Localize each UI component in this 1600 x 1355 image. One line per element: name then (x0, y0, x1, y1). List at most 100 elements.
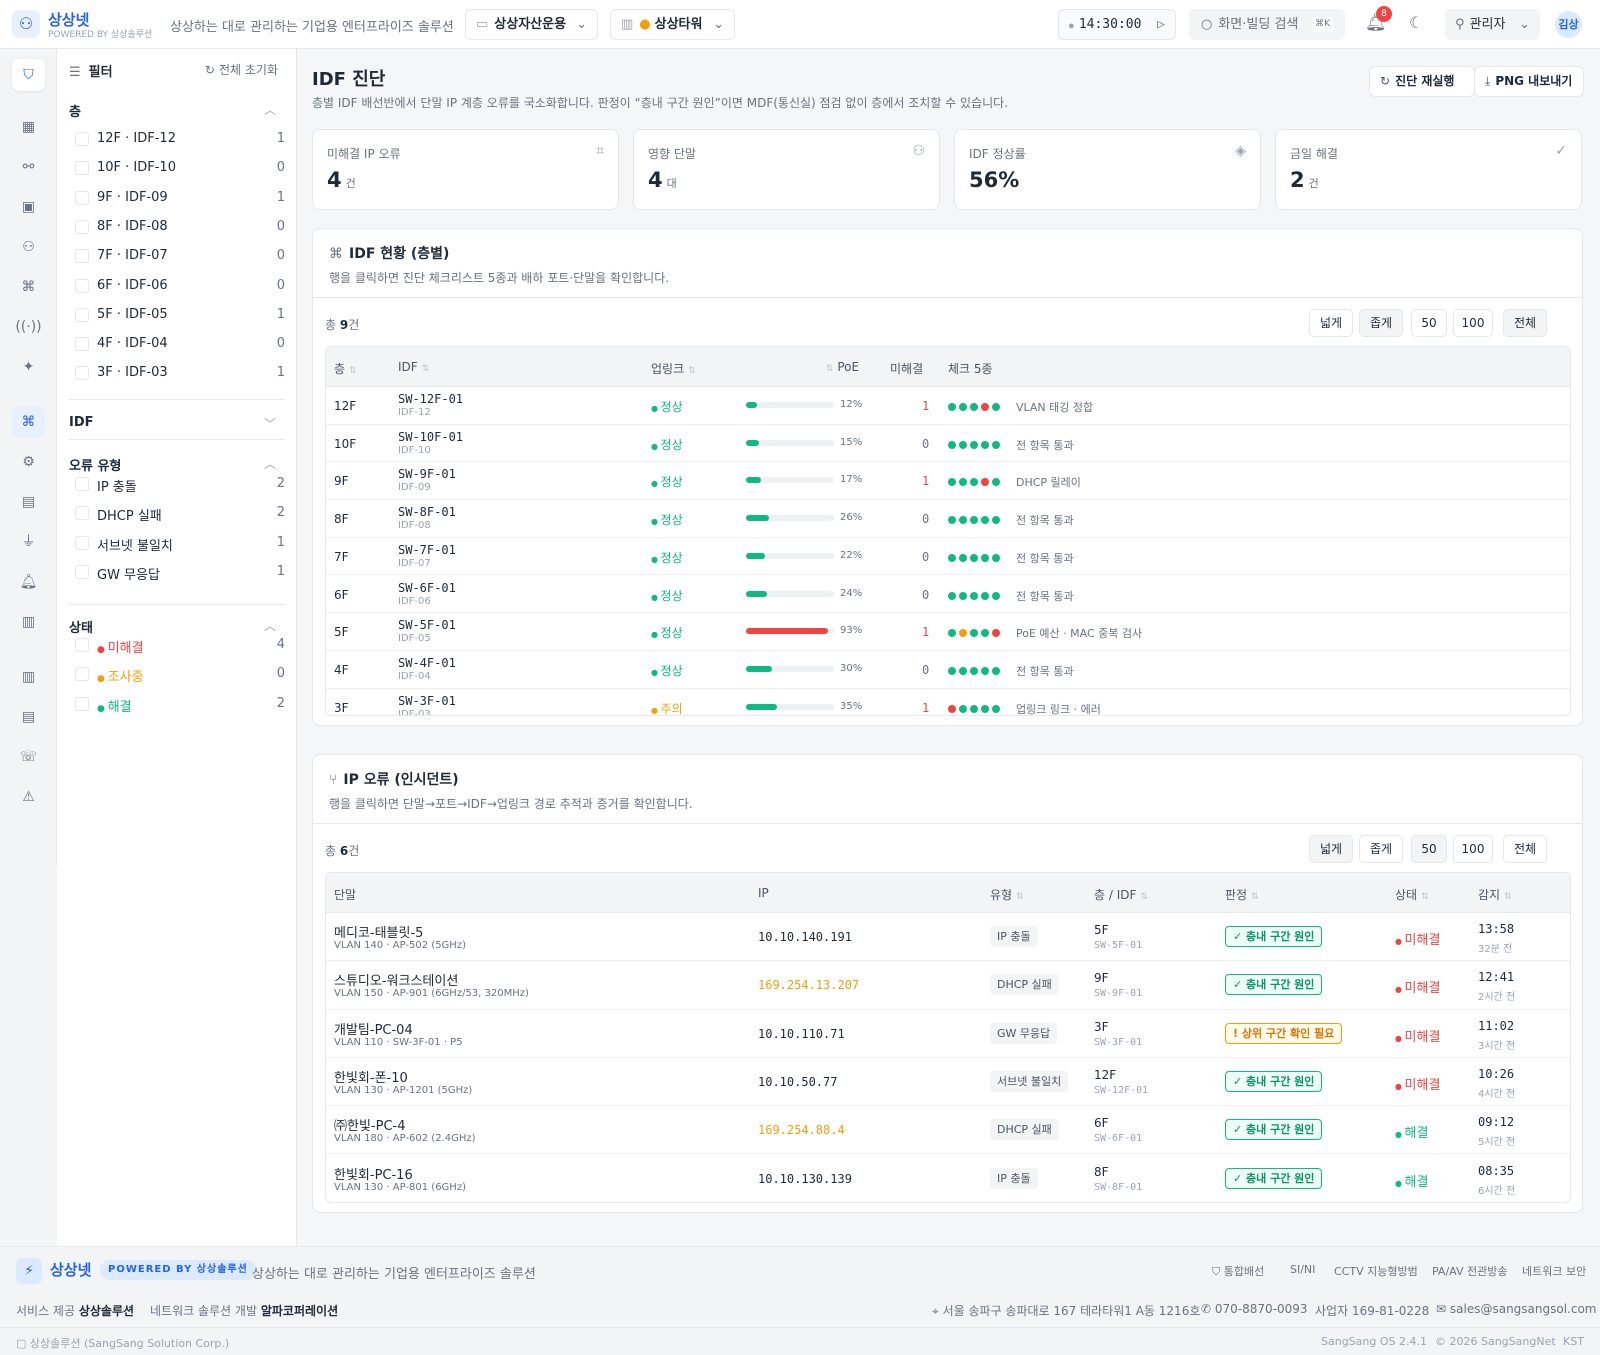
status-section-title[interactable]: 상태 (69, 617, 93, 636)
checkbox[interactable] (75, 696, 89, 711)
checkbox[interactable] (75, 564, 89, 579)
filter-option[interactable]: 6F · IDF-06 0 (75, 276, 285, 298)
table-row[interactable]: 9F SW-9F-01 IDF-09 ● 정상 17% 1 DHCP 릴레이 (326, 462, 1570, 501)
footer-phone[interactable]: ✆ 070-8870-0093 (1201, 1302, 1308, 1316)
chip-icon[interactable]: ▣ (12, 191, 45, 223)
table-row[interactable]: 4F SW-4F-01 IDF-04 ● 정상 30% 0 전 항목 통과 (326, 651, 1570, 689)
checkbox[interactable] (75, 249, 89, 264)
wireless-icon[interactable]: ((·)) (12, 311, 45, 343)
col-uplink[interactable]: 업링크 ⇅ (651, 360, 696, 377)
chat-icon[interactable]: ☏ (12, 741, 45, 773)
document-icon[interactable]: ▤ (12, 486, 45, 518)
col-floor[interactable]: 층 ⇅ (334, 360, 357, 377)
col-verdict[interactable]: 판정 ⇅ (1225, 886, 1259, 903)
footer-link[interactable]: ⛉ 통합배선 (1212, 1263, 1264, 1279)
table-row[interactable]: 6F SW-6F-01 IDF-06 ● 정상 24% 0 전 항목 통과 (326, 576, 1570, 614)
user-menu[interactable]: ⚲ 관리자 ⌄ (1445, 9, 1540, 40)
footer-email[interactable]: ✉ sales@sangsangsol.com (1436, 1302, 1597, 1316)
table-row[interactable]: 메디코-태블릿-5 VLAN 140 · AP-502 (5GHz) 10.10.1… (326, 913, 1570, 962)
checkbox[interactable] (75, 638, 89, 652)
gear-icon[interactable]: ⚙ (12, 446, 45, 478)
toolbar-button[interactable]: 전체 (1503, 309, 1547, 337)
toolbar-button[interactable]: 100 (1453, 835, 1493, 863)
plug-icon[interactable]: ⏚ (12, 526, 45, 558)
filter-option[interactable]: IP 충돌 2 (75, 474, 285, 496)
col-poe[interactable]: ⇅ PoE (822, 360, 859, 374)
search-input[interactable]: ○ 화면·빌딩 검색 ⌘K (1189, 9, 1345, 40)
checkbox[interactable] (75, 278, 89, 293)
col-ip[interactable]: IP (758, 886, 769, 900)
checkbox[interactable] (75, 366, 89, 381)
checkbox[interactable] (75, 132, 89, 146)
table-row[interactable]: 한빛회-PC-16 VLAN 130 · AP-801 (6GHz) 10.10.1… (326, 1155, 1570, 1202)
checkbox[interactable] (75, 506, 89, 521)
filter-option[interactable]: 8F · IDF-08 0 (75, 217, 285, 239)
floor-section-title[interactable]: 층 (69, 101, 81, 120)
clipboard-icon[interactable]: ▥ (12, 606, 45, 638)
filter-option[interactable]: 4F · IDF-04 0 (75, 334, 285, 356)
checkbox[interactable] (75, 667, 89, 682)
col-idf[interactable]: IDF ⇅ (398, 360, 429, 374)
chevron-up-icon[interactable]: ︿ (264, 101, 276, 118)
filter-option[interactable]: 서브넷 불일치 1 (75, 533, 285, 555)
checkbox[interactable] (75, 307, 89, 322)
menu-select[interactable]: ▭ 상상자산운용 ⌄ (465, 9, 598, 40)
table-row[interactable]: 8F SW-8F-01 IDF-08 ● 정상 26% 0 전 항목 통과 (326, 500, 1570, 538)
col-status[interactable]: 상태 ⇅ (1395, 886, 1429, 903)
table-row[interactable]: 한빛회-폰-10 VLAN 130 · AP-1201 (5GHz) 10.10.5… (326, 1058, 1570, 1107)
filter-option[interactable]: 3F · IDF-03 1 (75, 363, 285, 385)
filter-option[interactable]: 12F · IDF-12 1 (75, 129, 285, 151)
filter-option[interactable]: ● 해결 2 (75, 694, 285, 716)
table-row[interactable]: 스튜디오-워크스테이션 VLAN 150 · AP-901 (6GHz/53, 3… (326, 961, 1570, 1010)
toolbar-button[interactable]: 넓게 (1309, 835, 1353, 863)
toolbar-button[interactable]: 전체 (1503, 835, 1547, 863)
shield-icon[interactable]: ⛉ (12, 59, 45, 91)
sparkle-icon[interactable]: ✦ (12, 351, 45, 383)
col-floor-idf[interactable]: 층 / IDF ⇅ (1094, 886, 1148, 903)
chevron-up-icon[interactable]: ︿ (264, 455, 276, 472)
export-png-button[interactable]: ⤓ PNG 내보내기 (1474, 66, 1584, 97)
bell-icon[interactable]: 🔔︎ (12, 566, 45, 598)
rerun-button[interactable]: ↻ 진단 재실행 (1369, 66, 1475, 97)
toolbar-button[interactable]: 좁게 (1359, 835, 1403, 863)
reset-button[interactable]: ↻ 전체 초기화 (205, 61, 278, 78)
filter-option[interactable]: GW 무응답 1 (75, 562, 285, 584)
filter-option[interactable]: 9F · IDF-09 1 (75, 188, 285, 210)
moon-icon[interactable]: ☾ (1409, 13, 1423, 32)
filter-option[interactable]: DHCP 실패 2 (75, 503, 285, 525)
play-icon[interactable]: ▷ (1157, 10, 1165, 39)
checkbox[interactable] (75, 219, 89, 234)
table-row[interactable]: 5F SW-5F-01 IDF-05 ● 정상 93% 1 PoE 예산 · MAC 중복 … (326, 613, 1570, 651)
col-device[interactable]: 단말 (334, 886, 356, 903)
checkbox[interactable] (75, 337, 89, 352)
alarm-icon[interactable]: ⚠ (12, 781, 45, 813)
checkbox[interactable] (75, 535, 89, 550)
toolbar-button[interactable]: 50 (1411, 835, 1447, 863)
footer-link[interactable]: PA/AV 전관방송 (1432, 1263, 1507, 1279)
footer-link[interactable]: SI/NI (1290, 1263, 1315, 1276)
building-select[interactable]: ▥ ● 상상타워 ⌄ (610, 9, 735, 40)
clock[interactable]: ● 14:30:00 ▷ (1058, 9, 1176, 40)
idf-section-title[interactable]: IDF (69, 415, 94, 430)
filter-option[interactable]: 5F · IDF-05 1 (75, 305, 285, 327)
checkbox[interactable] (75, 190, 89, 205)
table-row[interactable]: 7F SW-7F-01 IDF-07 ● 정상 22% 0 전 항목 통과 (326, 538, 1570, 576)
chevron-up-icon[interactable]: ︿ (264, 617, 276, 634)
footer-link[interactable]: 네트워크 보안 (1522, 1263, 1586, 1279)
table-row[interactable]: 개발팀-PC-04 VLAN 110 · SW-3F-01 · P5 10.10.1… (326, 1010, 1570, 1058)
checkbox[interactable] (75, 161, 89, 176)
logo-icon[interactable]: ⚇ (12, 10, 40, 38)
toolbar-button[interactable]: 넓게 (1309, 309, 1353, 337)
users-icon[interactable]: ⚇ (12, 231, 45, 263)
avatar[interactable]: 김상 (1555, 11, 1582, 38)
col-detect[interactable]: 감지 ⇅ (1478, 886, 1512, 903)
invoice-icon[interactable]: ▤ (12, 701, 45, 733)
table-row[interactable]: 12F SW-12F-01 IDF-12 ● 정상 12% 1 VLAN 태깅 정합 (326, 387, 1570, 425)
table-row[interactable]: 3F SW-3F-01 IDF-03 ● 주의 35% 1 업링크 링크 · 에러 (326, 689, 1570, 715)
checkbox[interactable] (75, 477, 89, 491)
filter-option[interactable]: ● 미해결 4 (75, 635, 285, 657)
dashboard-icon[interactable]: ▦ (12, 111, 45, 143)
table-row[interactable]: 10F SW-10F-01 IDF-10 ● 정상 15% 0 전 항목 통과 (326, 425, 1570, 463)
building-icon[interactable]: ▥ (12, 661, 45, 693)
filter-option[interactable]: 7F · IDF-07 0 (75, 246, 285, 268)
